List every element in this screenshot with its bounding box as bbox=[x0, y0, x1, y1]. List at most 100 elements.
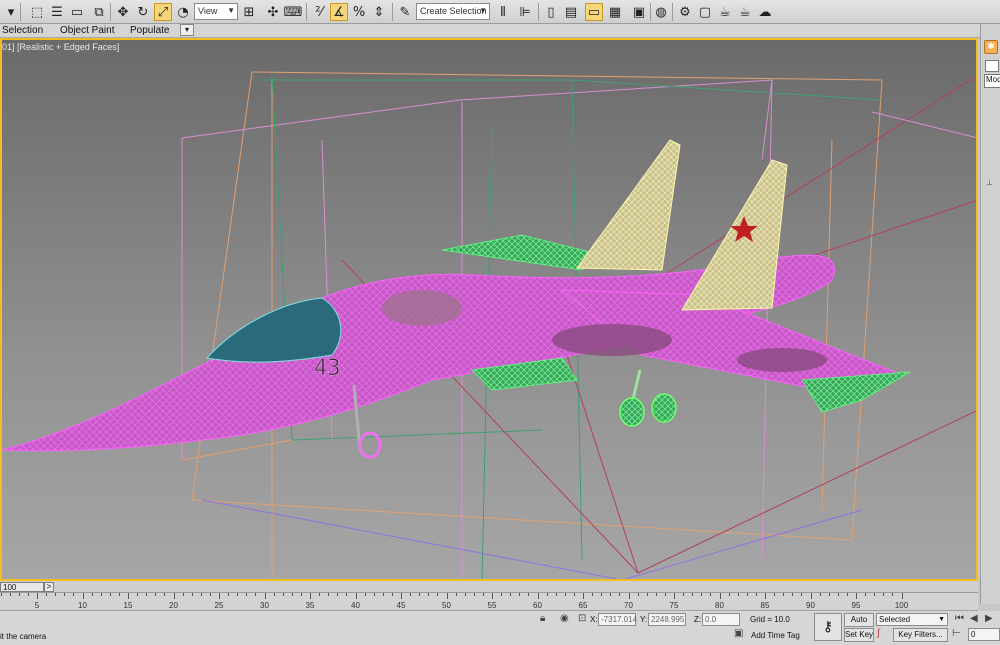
set-key-mode-icon[interactable]: ⚷ bbox=[814, 613, 842, 641]
y-coordinate-field[interactable]: 2248.995 bbox=[648, 613, 686, 626]
render-iterative-icon[interactable]: ☕ bbox=[736, 3, 754, 21]
track-bar-tick bbox=[209, 593, 211, 596]
toolbar-separator bbox=[538, 3, 539, 21]
ribbon-tab-populate[interactable]: Populate bbox=[130, 25, 169, 36]
perspective-viewport[interactable]: 43 01] [Realistic + Edged Faces] bbox=[0, 38, 978, 581]
z-coordinate-field[interactable]: 0.0 bbox=[702, 613, 740, 626]
undo-dropdown-icon[interactable]: ▾ bbox=[2, 3, 20, 21]
toggle-layer-explorer-icon[interactable]: ▤ bbox=[562, 3, 580, 21]
keyboard-shortcut-icon[interactable]: ⌨ bbox=[284, 3, 303, 21]
track-bar-tick bbox=[82, 593, 84, 599]
track-bar-tick bbox=[282, 593, 284, 596]
ribbon-minimize-icon[interactable]: ▾ bbox=[180, 24, 194, 36]
select-by-name-icon[interactable]: ☰ bbox=[48, 3, 66, 21]
time-slider-next-button[interactable]: > bbox=[44, 582, 54, 592]
track-bar-tick bbox=[719, 593, 721, 599]
time-tag-icon[interactable]: ▣ bbox=[734, 628, 743, 639]
spinner-snap-icon[interactable]: ⇕ bbox=[370, 3, 388, 21]
track-bar-tick bbox=[792, 593, 794, 596]
track-bar-tick-label: 90 bbox=[806, 601, 815, 610]
track-bar-tick bbox=[810, 593, 812, 599]
play-icon[interactable]: ▶ bbox=[985, 613, 993, 624]
track-bar-tick bbox=[592, 593, 594, 596]
track-bar-tick-label: 30 bbox=[260, 601, 269, 610]
render-production-icon[interactable]: ☕ bbox=[716, 3, 734, 21]
track-bar-tick bbox=[310, 593, 311, 599]
previous-frame-icon[interactable]: ◀ bbox=[970, 613, 978, 624]
create-tab-icon[interactable]: ✱ bbox=[984, 40, 998, 54]
left-tail-fin-mesh bbox=[576, 139, 681, 271]
ribbon-tab-object-paint[interactable]: Object Paint bbox=[60, 25, 114, 36]
percent-snap-icon[interactable]: % bbox=[350, 3, 368, 21]
aircraft-model[interactable]: 43 bbox=[2, 139, 911, 459]
track-bar-tick bbox=[91, 593, 93, 596]
track-bar-tick bbox=[155, 593, 157, 596]
viewport-label[interactable]: 01] [Realistic + Edged Faces] bbox=[2, 42, 119, 52]
toggle-ribbon-icon[interactable]: ▭ bbox=[585, 3, 603, 21]
rectangular-region-icon[interactable]: ▭ bbox=[68, 3, 86, 21]
track-bar[interactable]: 5 10 15 20 25 30 35 40 45 50 55 60 65 70 75 80 85 90 95 100 bbox=[0, 593, 978, 611]
panel-scroll-icon[interactable]: ⊥ bbox=[986, 178, 993, 187]
ribbon-tab-selection[interactable]: Selection bbox=[2, 25, 43, 36]
auto-key-button[interactable]: Auto Key bbox=[844, 613, 874, 636]
select-move-icon[interactable]: ✥ bbox=[114, 3, 132, 21]
select-object-icon[interactable]: ⬚ bbox=[28, 3, 46, 21]
track-bar-tick bbox=[391, 593, 393, 596]
lock-selection-icon[interactable]: 🔒︎ bbox=[540, 613, 545, 624]
x-coordinate-field[interactable]: -7317.014 bbox=[598, 613, 637, 626]
time-slider-thumb[interactable]: 100 bbox=[0, 582, 44, 592]
track-bar-tick-label: 55 bbox=[487, 601, 497, 610]
track-bar-tick bbox=[546, 593, 548, 596]
object-color-swatch[interactable] bbox=[985, 60, 999, 72]
track-bar-tick bbox=[464, 593, 466, 596]
default-in-out-tangent-icon[interactable]: ʃ bbox=[877, 628, 880, 639]
track-bar-tick-label: 65 bbox=[578, 601, 588, 610]
isolate-icon[interactable]: ◉ bbox=[560, 613, 569, 624]
current-frame-field[interactable]: 0 bbox=[968, 628, 1000, 641]
curve-editor-icon[interactable]: ▦ bbox=[606, 3, 624, 21]
track-bar-tick bbox=[173, 593, 175, 599]
track-bar-tick bbox=[364, 593, 366, 596]
schematic-view-icon[interactable]: ▣ bbox=[630, 3, 648, 21]
track-bar-tick bbox=[401, 593, 402, 599]
edit-named-selection-icon[interactable]: ✎ bbox=[396, 3, 414, 21]
track-bar-tick bbox=[0, 593, 2, 596]
rendered-frame-window-icon[interactable]: ▢ bbox=[696, 3, 714, 21]
absolute-mode-icon[interactable]: ⊡ bbox=[578, 613, 586, 624]
angle-snap-icon[interactable]: ∡ bbox=[330, 3, 348, 21]
use-pivot-icon[interactable]: ⊞ bbox=[240, 3, 258, 21]
snaps-toggle-icon[interactable]: ²⁄ bbox=[310, 3, 328, 21]
select-place-icon[interactable]: ◔ bbox=[174, 3, 192, 21]
track-bar-tick bbox=[437, 593, 439, 596]
named-selection-sets-dropdown[interactable]: Create Selection Se▼ bbox=[416, 3, 490, 20]
toggle-scene-explorer-icon[interactable]: ▯ bbox=[542, 3, 560, 21]
track-bar-tick-label: 35 bbox=[305, 601, 315, 610]
track-bar-tick-label: 5 bbox=[34, 601, 40, 610]
material-editor-icon[interactable]: ◍ bbox=[652, 3, 670, 21]
key-selection-dropdown[interactable]: Selected ▼ bbox=[876, 613, 948, 626]
track-bar-tick bbox=[100, 593, 102, 596]
select-scale-icon[interactable]: ⤢ bbox=[154, 3, 172, 21]
ribbon-bar: Selection Object Paint Populate ▾ bbox=[0, 24, 980, 38]
aircraft-number-marking: 43 bbox=[314, 356, 341, 381]
reference-coordinate-dropdown[interactable]: View ▼ bbox=[194, 3, 238, 20]
modifier-list-dropdown[interactable]: Modi bbox=[984, 74, 1000, 88]
set-key-button[interactable]: Set Key bbox=[844, 628, 874, 642]
window-crossing-icon[interactable]: ⧉ bbox=[90, 3, 108, 21]
select-rotate-icon[interactable]: ↻ bbox=[134, 3, 152, 21]
track-bar-tick bbox=[291, 593, 293, 596]
add-time-tag-button[interactable]: Add Time Tag bbox=[751, 631, 800, 640]
track-bar-tick bbox=[828, 593, 830, 596]
key-mode-toggle-icon[interactable]: ⊢ bbox=[952, 628, 961, 639]
select-manipulate-icon[interactable]: ✣ bbox=[264, 3, 282, 21]
toolbar-separator bbox=[650, 3, 651, 21]
align-icon[interactable]: ⊫ bbox=[516, 3, 534, 21]
go-to-start-icon[interactable]: ⏮ bbox=[955, 613, 964, 624]
mirror-icon[interactable]: ⫴ bbox=[494, 3, 512, 21]
camera-target-line bbox=[637, 410, 976, 574]
a360-cloud-icon[interactable]: ☁ bbox=[756, 3, 774, 21]
key-filters-button[interactable]: Key Filters... bbox=[893, 628, 948, 642]
render-setup-icon[interactable]: ⚙ bbox=[676, 3, 694, 21]
status-bar: it the camera 🔒︎ ◉ ⊡ X: -7317.014 Y: 224… bbox=[0, 611, 1000, 645]
time-slider[interactable]: 100 > bbox=[0, 581, 978, 593]
